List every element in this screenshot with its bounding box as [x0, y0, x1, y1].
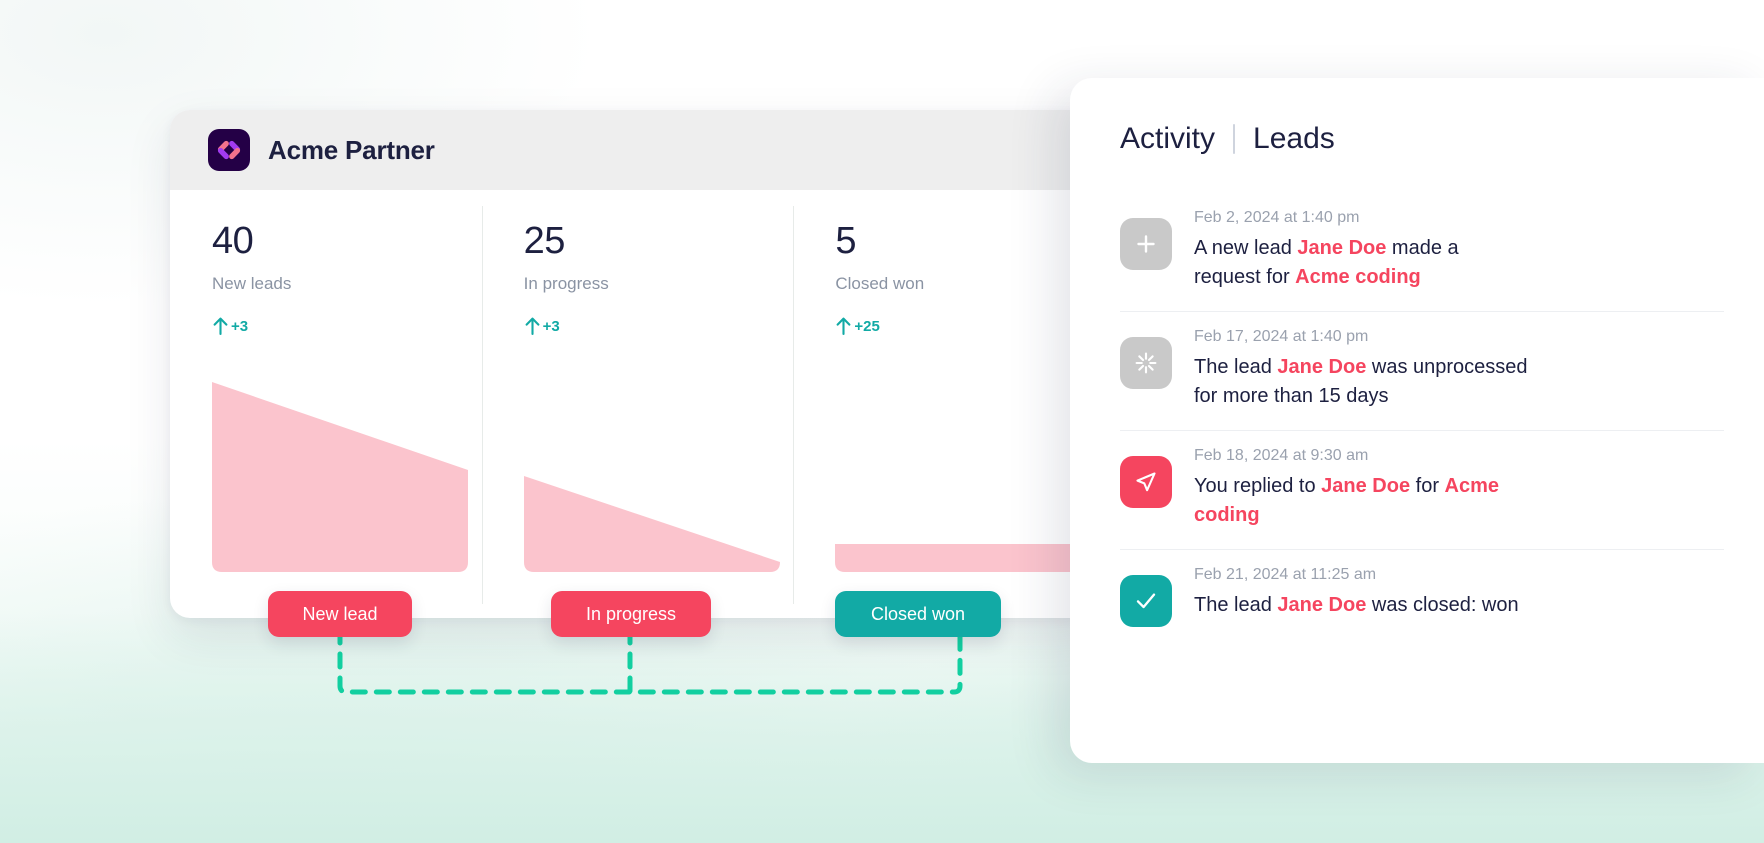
activity-item-body: Feb 17, 2024 at 1:40 pm The lead Jane Doe… — [1194, 327, 1724, 410]
activity-message: A new lead Jane Doe made a request for A… — [1194, 237, 1459, 288]
activity-highlight: Jane Doe — [1277, 594, 1367, 617]
arrow-up-icon — [212, 316, 229, 336]
stat-value: 5 — [835, 220, 856, 262]
arrow-up-icon — [524, 316, 541, 336]
activity-panel: Activity Leads Feb 2, 2024 at 1:40 pm A n… — [1070, 78, 1764, 763]
header-divider — [1233, 124, 1236, 154]
stat-label: In progress — [523, 274, 609, 293]
sparkline-in-progress — [523, 372, 780, 572]
activity-list: Feb 2, 2024 at 1:40 pm A new lead Jane Do… — [1120, 192, 1764, 647]
partner-dashboard-card: Acme Partner 40 New leads +3 25 In progr… — [170, 110, 1105, 618]
activity-timestamp: Feb 21, 2024 at 11:25 am — [1194, 565, 1377, 583]
activity-item[interactable]: Feb 18, 2024 at 9:30 am You replied to Ja… — [1120, 429, 1764, 549]
stat-delta: +3 — [542, 318, 560, 335]
activity-message: The lead Jane Doe was closed: won — [1194, 594, 1519, 617]
activity-highlight: Acme coding — [1295, 265, 1421, 288]
stat-delta: +3 — [231, 318, 249, 335]
stat-trend: +25 — [835, 316, 1105, 336]
status-chip-closed-won[interactable]: Closed won — [835, 591, 1001, 637]
stat-label: Closed won — [835, 274, 925, 293]
stat-delta: +25 — [854, 318, 880, 335]
activity-item-body: Feb 2, 2024 at 1:40 pm A new lead Jane Do… — [1194, 208, 1724, 291]
activity-highlight: Jane Doe — [1277, 356, 1367, 379]
stat-trend: +3 — [212, 316, 482, 336]
check-icon — [1120, 574, 1172, 627]
flow-connector-lines — [337, 630, 963, 695]
activity-timestamp: Feb 2, 2024 at 1:40 pm — [1194, 209, 1360, 226]
sparkline-closed-won — [835, 372, 1092, 572]
stats-row: 40 New leads +3 25 In progress +3 5 Clos… — [170, 190, 1105, 618]
activity-tab-leads[interactable]: Leads — [1253, 122, 1335, 156]
page-title: Acme Partner — [268, 134, 435, 165]
plus-icon — [1120, 218, 1172, 270]
activity-item[interactable]: Feb 2, 2024 at 1:40 pm A new lead Jane Do… — [1120, 192, 1764, 311]
sparkline-new-leads — [212, 372, 468, 572]
spinner-icon — [1120, 336, 1172, 389]
arrow-up-icon — [835, 316, 852, 336]
stat-value: 40 — [212, 220, 254, 262]
activity-timestamp: Feb 18, 2024 at 9:30 am — [1194, 446, 1369, 464]
stat-card-in-progress[interactable]: 25 In progress +3 — [481, 190, 794, 618]
activity-highlight: Jane Doe — [1297, 237, 1387, 260]
stat-trend: +3 — [524, 316, 794, 336]
activity-item-body: Feb 18, 2024 at 9:30 am You replied to Ja… — [1194, 446, 1724, 529]
activity-message: You replied to Jane Doe for Acme coding — [1194, 475, 1500, 526]
activity-tab-activity[interactable]: Activity — [1120, 122, 1215, 156]
activity-header: Activity Leads — [1120, 122, 1764, 156]
activity-message: The lead Jane Doe was unprocessed for mo… — [1194, 356, 1528, 407]
activity-item[interactable]: Feb 21, 2024 at 11:25 am The lead Jane Do… — [1120, 548, 1764, 647]
activity-item-body: Feb 21, 2024 at 11:25 am The lead Jane Do… — [1194, 565, 1724, 627]
status-chip-in-progress[interactable]: In progress — [551, 591, 711, 637]
stat-label: New leads — [212, 274, 292, 293]
code-brackets-icon — [208, 129, 250, 171]
send-icon — [1120, 455, 1172, 508]
stat-value: 25 — [523, 220, 566, 262]
activity-highlight: Jane Doe — [1321, 475, 1411, 498]
card-header: Acme Partner — [170, 110, 1105, 190]
activity-item[interactable]: Feb 17, 2024 at 1:40 pm The lead Jane Doe… — [1120, 310, 1764, 430]
status-chip-new-lead[interactable]: New lead — [268, 591, 412, 637]
stat-card-closed-won[interactable]: 5 Closed won +25 — [793, 190, 1105, 618]
stat-card-new-leads[interactable]: 40 New leads +3 — [170, 190, 482, 618]
activity-timestamp: Feb 17, 2024 at 1:40 pm — [1194, 327, 1369, 345]
